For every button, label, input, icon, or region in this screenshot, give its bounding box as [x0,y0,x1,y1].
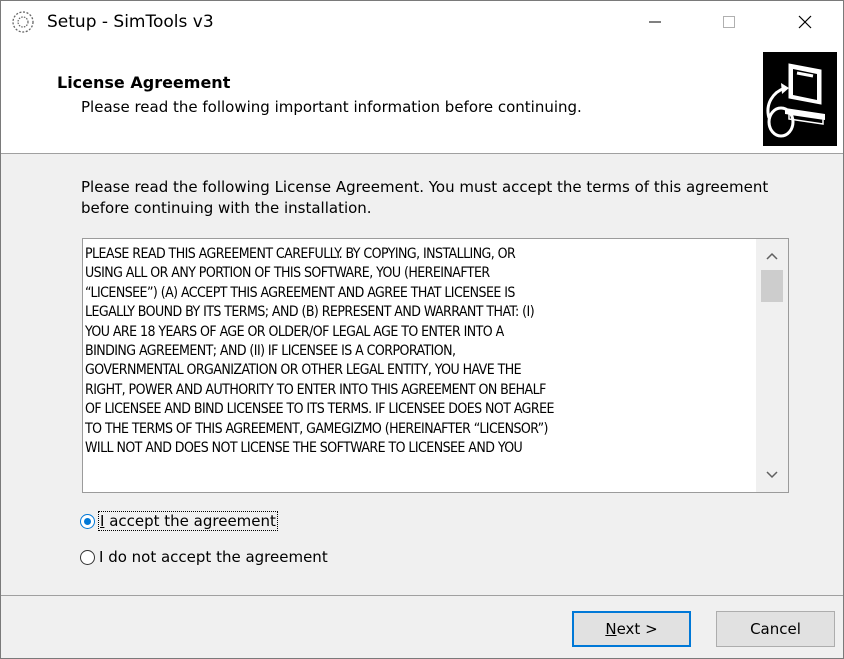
minimize-icon [649,21,661,23]
minimize-button[interactable] [627,1,683,43]
license-textbox[interactable]: PLEASE READ THIS AGREEMENT CAREFULLY. BY… [82,238,789,493]
page-subtitle: Please read the following important info… [81,98,582,116]
accept-agreement-label[interactable]: I accept the agreement [98,511,278,531]
cancel-button-label: Cancel [750,620,801,638]
cancel-button[interactable]: Cancel [716,611,835,647]
next-button-label: Next > [605,620,658,638]
window-title: Setup - SimTools v3 [47,12,214,32]
computer-setup-logo-icon [763,52,837,146]
page-title: License Agreement [57,73,231,92]
vertical-scrollbar[interactable] [756,239,788,492]
close-icon [798,15,812,29]
license-text: PLEASE READ THIS AGREEMENT CAREFULLY. BY… [85,246,554,457]
radio-unselected-indicator[interactable] [80,549,95,565]
close-button[interactable] [777,1,833,43]
radio-selected-indicator[interactable] [80,513,95,529]
scroll-down-button[interactable] [756,464,788,486]
maximize-icon [723,16,735,28]
accept-agreement-radio[interactable]: I accept the agreement [80,511,278,531]
decline-agreement-radio[interactable]: I do not accept the agreement [80,548,328,566]
setup-window: Setup - SimTools v3 License Agreement Pl… [0,0,844,659]
footer-divider [1,595,843,596]
scroll-thumb[interactable] [761,270,783,302]
scroll-up-button[interactable] [756,245,788,267]
scroll-down-icon [766,471,778,479]
next-button[interactable]: Next > [572,611,691,647]
maximize-button[interactable] [701,1,757,43]
title-bar[interactable]: Setup - SimTools v3 [1,1,843,43]
instructions-text: Please read the following License Agreem… [81,178,769,217]
decline-agreement-label[interactable]: I do not accept the agreement [99,548,328,566]
wizard-header: License Agreement Please read the follow… [1,43,843,154]
setup-app-icon [11,10,35,34]
scroll-up-icon [766,252,778,260]
